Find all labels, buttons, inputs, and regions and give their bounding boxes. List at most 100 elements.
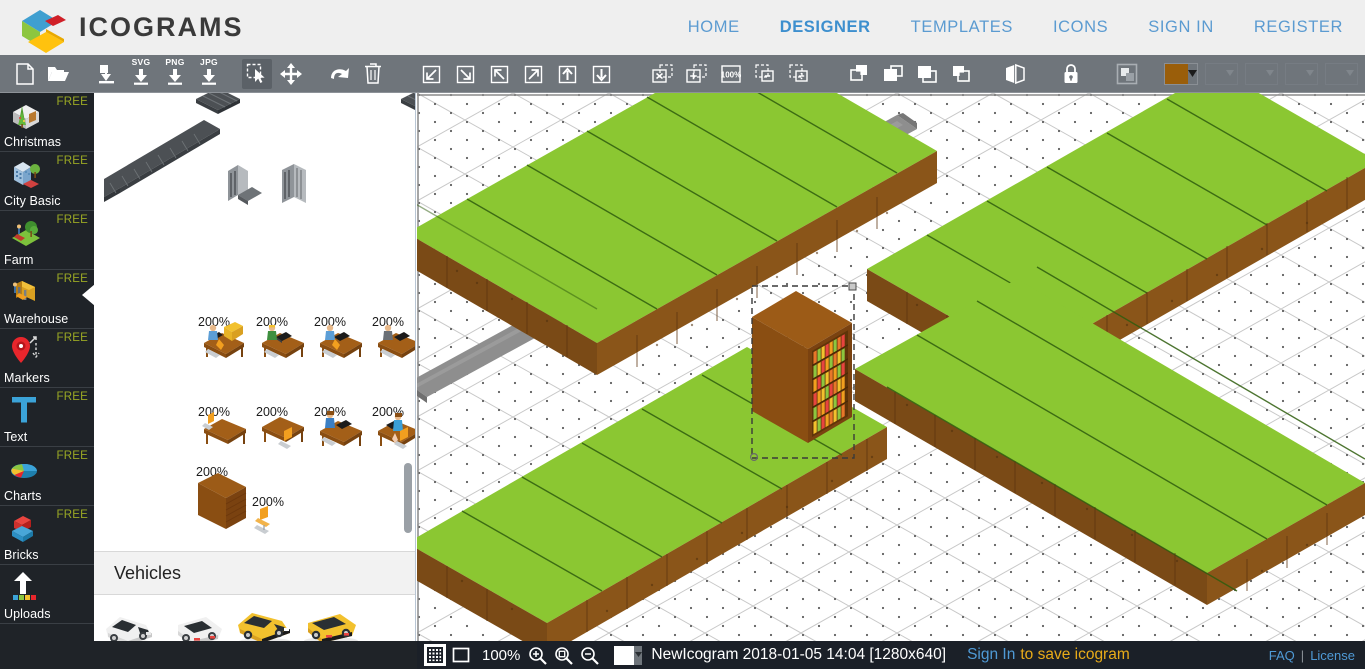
toolbar-group-export: SVG PNG JPG bbox=[90, 56, 226, 89]
sign-in-link[interactable]: Sign In bbox=[967, 646, 1015, 664]
palette-item-cabinet[interactable] bbox=[196, 471, 250, 542]
toolbar-group-grouping bbox=[1110, 59, 1144, 89]
bricks-category-icon bbox=[9, 511, 43, 543]
fill-color-picker[interactable] bbox=[1164, 62, 1198, 85]
zoom-fit-button[interactable] bbox=[552, 644, 574, 666]
sidebar-item-warehouse[interactable]: FREE Warehouse bbox=[0, 270, 94, 329]
move-down-right-button[interactable] bbox=[452, 59, 482, 89]
palette-item-conveyor-top-right[interactable] bbox=[399, 93, 415, 120]
toggle-frame-button[interactable] bbox=[450, 644, 472, 666]
christmas-category-icon bbox=[9, 98, 43, 130]
sidebar-item-label: Charts bbox=[4, 489, 42, 503]
delete-button[interactable] bbox=[358, 59, 388, 89]
send-backward-button[interactable] bbox=[878, 59, 908, 89]
sidebar-item-uploads[interactable]: Uploads bbox=[0, 565, 94, 624]
sidebar-item-label: City Basic bbox=[4, 194, 61, 208]
flip-horizontal-button[interactable] bbox=[1000, 59, 1030, 89]
save-button[interactable] bbox=[92, 59, 122, 89]
nav-icons[interactable]: ICONS bbox=[1053, 18, 1108, 37]
bring-forward-button[interactable] bbox=[912, 59, 942, 89]
warehouse-category-icon bbox=[9, 275, 43, 307]
palette-item-chair[interactable] bbox=[254, 505, 284, 546]
badge-free: FREE bbox=[56, 155, 88, 167]
new-document-button[interactable] bbox=[10, 59, 40, 89]
palette-item-desk-worker-4[interactable] bbox=[374, 319, 415, 372]
scale-100-button[interactable]: 100% bbox=[716, 59, 746, 89]
move-down-button[interactable] bbox=[588, 59, 618, 89]
chevron-down-icon bbox=[634, 652, 642, 658]
toolbar-group-lock bbox=[1054, 59, 1088, 89]
move-tool-button[interactable] bbox=[276, 59, 306, 89]
scale-decrease-button[interactable] bbox=[750, 59, 780, 89]
disabled-dropdown-1 bbox=[1205, 62, 1238, 85]
nav-templates[interactable]: TEMPLATES bbox=[911, 18, 1013, 37]
export-png-label: PNG bbox=[165, 56, 185, 67]
toolbar-group-flip bbox=[998, 59, 1032, 89]
sidebar-item-text[interactable]: FREE Text bbox=[0, 388, 94, 447]
add-scale-button[interactable] bbox=[682, 59, 712, 89]
sidebar-item-christmas[interactable]: FREE Christmas bbox=[0, 93, 94, 152]
license-link[interactable]: License bbox=[1310, 648, 1355, 663]
palette-item-desk-chair-1[interactable] bbox=[200, 409, 256, 462]
palette-item-shelf-corner[interactable] bbox=[224, 159, 264, 218]
bring-to-front-button[interactable] bbox=[946, 59, 976, 89]
nav-home[interactable]: HOME bbox=[688, 18, 740, 37]
palette-item-desk-worker-2[interactable] bbox=[258, 319, 314, 372]
export-jpg-button[interactable]: JPG bbox=[194, 56, 224, 89]
nav-register[interactable]: REGISTER bbox=[1254, 18, 1343, 37]
move-up-button[interactable] bbox=[554, 59, 584, 89]
move-up-right-button[interactable] bbox=[520, 59, 550, 89]
main-toolbar: SVG PNG JPG 100% bbox=[0, 55, 1365, 93]
scale-divide-button[interactable] bbox=[784, 59, 814, 89]
design-canvas[interactable] bbox=[417, 93, 1365, 641]
nav-designer[interactable]: DESIGNER bbox=[780, 18, 871, 37]
nav-sign-in[interactable]: SIGN IN bbox=[1148, 18, 1214, 37]
palette-item-shelf-wall[interactable] bbox=[279, 161, 309, 216]
sidebar-item-city-basic[interactable]: FREE City Basic bbox=[0, 152, 94, 211]
background-color-picker[interactable] bbox=[614, 645, 643, 665]
palette-item-desk-worker-3[interactable] bbox=[316, 319, 372, 372]
status-bar: 100% NewIcogram 2018-01-05 14:04 [1280x6… bbox=[417, 641, 1365, 669]
sidebar-item-bricks[interactable]: FREE Bricks bbox=[0, 506, 94, 565]
move-up-left-button[interactable] bbox=[486, 59, 516, 89]
palette-scrollbar[interactable] bbox=[404, 463, 412, 533]
palette-item-conveyor-long[interactable] bbox=[102, 113, 232, 218]
sidebar-item-label: Text bbox=[4, 430, 28, 444]
zoom-in-button[interactable] bbox=[526, 644, 548, 666]
select-tool-button[interactable] bbox=[242, 58, 272, 89]
remove-scale-button[interactable] bbox=[648, 59, 678, 89]
sidebar-item-charts[interactable]: FREE Charts bbox=[0, 447, 94, 506]
open-folder-button[interactable] bbox=[44, 59, 74, 89]
sidebar-item-label: Markers bbox=[4, 371, 50, 385]
disabled-dropdown-2 bbox=[1245, 62, 1278, 85]
uploads-category-icon bbox=[9, 570, 43, 602]
icograms-logo-icon bbox=[14, 3, 70, 53]
document-title: NewIcogram 2018-01-05 14:04 [1280x640] bbox=[651, 646, 947, 663]
sidebar-item-markers[interactable]: FREE Markers bbox=[0, 329, 94, 388]
city-basic-category-icon bbox=[9, 157, 43, 189]
palette-item-desk-chair-2[interactable] bbox=[258, 409, 314, 462]
markers-category-icon bbox=[9, 334, 43, 366]
sidebar-item-farm[interactable]: FREE Farm bbox=[0, 211, 94, 270]
export-png-button[interactable]: PNG bbox=[160, 56, 190, 89]
group-button[interactable] bbox=[1112, 59, 1142, 89]
move-down-left-button[interactable] bbox=[418, 59, 448, 89]
palette-item-desk-person-2[interactable] bbox=[374, 409, 415, 462]
undo-button[interactable] bbox=[324, 59, 354, 89]
palette-item-desk-person-1[interactable] bbox=[316, 409, 372, 462]
faq-link[interactable]: FAQ bbox=[1269, 648, 1295, 663]
sidebar-item-label: Warehouse bbox=[4, 312, 69, 326]
logo[interactable]: ICOGRAMS bbox=[0, 3, 244, 53]
send-to-back-button[interactable] bbox=[844, 59, 874, 89]
badge-free: FREE bbox=[56, 96, 88, 108]
icon-palette-panel[interactable]: 200% 200% 200% 200% 200% 200% 200% 200% … bbox=[94, 93, 416, 669]
export-jpg-label: JPG bbox=[200, 56, 218, 67]
text-category-icon bbox=[9, 393, 43, 425]
export-svg-button[interactable]: SVG bbox=[126, 57, 156, 89]
zoom-out-button[interactable] bbox=[578, 644, 600, 666]
chevron-down-icon bbox=[1188, 69, 1197, 78]
toggle-grid-button[interactable] bbox=[424, 644, 446, 666]
charts-category-icon bbox=[9, 452, 43, 484]
lock-button[interactable] bbox=[1056, 59, 1086, 89]
palette-item-desk-worker-1[interactable] bbox=[200, 319, 256, 372]
